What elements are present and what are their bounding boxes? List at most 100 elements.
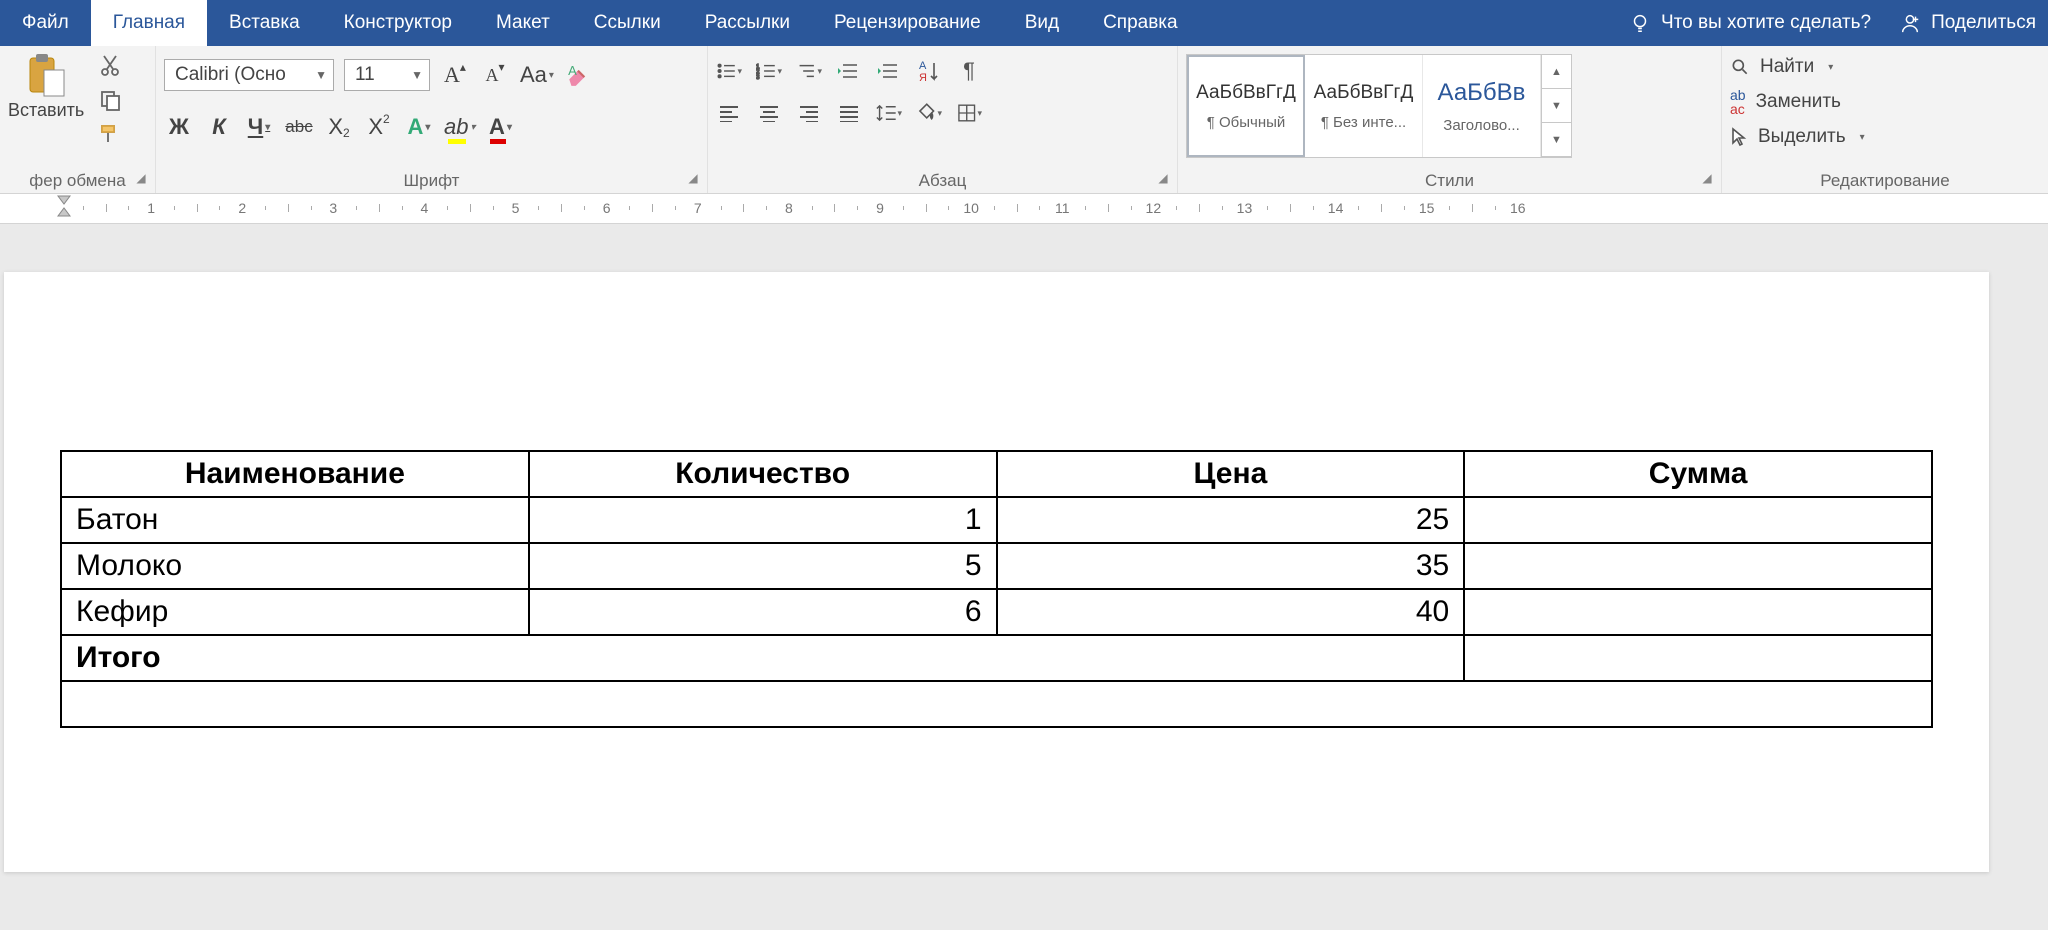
styles-up-button[interactable]: ▲ — [1542, 55, 1571, 89]
show-marks-button[interactable]: ¶ — [956, 58, 982, 84]
table-header-cell[interactable]: Сумма — [1464, 451, 1932, 497]
copy-icon[interactable] — [98, 88, 122, 112]
table-row[interactable]: Молоко535 — [61, 543, 1932, 589]
cell-empty[interactable] — [61, 681, 1932, 727]
cell-price[interactable]: 35 — [997, 543, 1465, 589]
tab-insert[interactable]: Вставка — [207, 0, 322, 46]
clear-formatting-button[interactable]: A — [564, 60, 594, 90]
styles-more-button[interactable]: ▼ — [1542, 123, 1571, 157]
cell-qty[interactable]: 6 — [529, 589, 997, 635]
table-header-cell[interactable]: Наименование — [61, 451, 529, 497]
cell-qty[interactable]: 5 — [529, 543, 997, 589]
cell-name[interactable]: Батон — [61, 497, 529, 543]
paragraph-launcher[interactable]: ◢ — [1155, 171, 1171, 187]
italic-button[interactable]: К — [204, 112, 234, 142]
find-button[interactable]: Найти ▾ — [1730, 56, 1865, 78]
ruler-number: 14 — [1328, 200, 1344, 216]
numbering-button[interactable]: 123▾ — [756, 58, 782, 84]
align-left-button[interactable] — [716, 100, 742, 126]
borders-button[interactable]: ▾ — [956, 100, 982, 126]
style-preview: АаБбВвГгД — [1196, 82, 1296, 104]
cell-sum[interactable] — [1464, 543, 1932, 589]
page[interactable]: Наименование Количество Цена Сумма Батон… — [4, 272, 1989, 872]
ruler-number: 15 — [1419, 200, 1435, 216]
bullets-button[interactable]: ▾ — [716, 58, 742, 84]
group-paragraph-label: Абзац ◢ — [716, 165, 1169, 191]
highlight-button[interactable]: ab▾ — [444, 112, 476, 142]
indent-marker-icon[interactable] — [56, 192, 72, 220]
ruler-number: 13 — [1237, 200, 1253, 216]
tab-help[interactable]: Справка — [1081, 0, 1200, 46]
style-no-spacing[interactable]: АаБбВвГгД ¶ Без инте... — [1305, 55, 1423, 157]
justify-button[interactable] — [836, 100, 862, 126]
cell-total-label[interactable]: Итого — [61, 635, 1464, 681]
bold-button[interactable]: Ж — [164, 112, 194, 142]
clipboard-launcher[interactable]: ◢ — [133, 171, 149, 187]
change-case-button[interactable]: Aa▾ — [520, 60, 554, 90]
styles-launcher[interactable]: ◢ — [1699, 171, 1715, 187]
clipboard-paste-icon[interactable] — [24, 52, 68, 100]
tab-layout[interactable]: Макет — [474, 0, 572, 46]
sort-button[interactable]: АЯ — [916, 58, 942, 84]
ruler-number: 7 — [694, 200, 702, 216]
table-header-cell[interactable]: Количество — [529, 451, 997, 497]
share-icon — [1899, 12, 1921, 34]
table-row[interactable] — [61, 681, 1932, 727]
align-center-button[interactable] — [756, 100, 782, 126]
ruler-number: 12 — [1146, 200, 1162, 216]
horizontal-ruler[interactable]: 12345678910111213141516 — [0, 194, 2048, 224]
cell-sum[interactable] — [1464, 589, 1932, 635]
subscript-button[interactable]: X2 — [324, 112, 354, 142]
multilevel-button[interactable]: ▾ — [796, 58, 822, 84]
table-row[interactable]: Батон125 — [61, 497, 1932, 543]
table-header-cell[interactable]: Цена — [997, 451, 1465, 497]
styles-down-button[interactable]: ▼ — [1542, 89, 1571, 123]
tab-review[interactable]: Рецензирование — [812, 0, 1003, 46]
cell-total-sum[interactable] — [1464, 635, 1932, 681]
select-button[interactable]: Выделить ▾ — [1730, 126, 1865, 148]
underline-button[interactable]: Ч▾ — [244, 112, 274, 142]
decrease-indent-button[interactable] — [836, 58, 862, 84]
lightbulb-icon — [1629, 12, 1651, 34]
tab-home[interactable]: Главная — [91, 0, 207, 46]
format-painter-icon[interactable] — [98, 122, 122, 146]
font-name-combo[interactable]: Calibri (Осно ▼ — [164, 59, 334, 91]
tab-view[interactable]: Вид — [1003, 0, 1081, 46]
table-header-row[interactable]: Наименование Количество Цена Сумма — [61, 451, 1932, 497]
strikethrough-button[interactable]: abc — [284, 112, 314, 142]
shrink-font-button[interactable]: A▾ — [480, 60, 510, 90]
font-size-combo[interactable]: 11 ▼ — [344, 59, 430, 91]
superscript-button[interactable]: X2 — [364, 112, 394, 142]
table-row[interactable]: Кефир640 — [61, 589, 1932, 635]
cell-qty[interactable]: 1 — [529, 497, 997, 543]
font-launcher[interactable]: ◢ — [685, 171, 701, 187]
tellme-search[interactable]: Что вы хотите сделать? — [1629, 12, 1871, 34]
share-button[interactable]: Поделиться — [1899, 12, 2036, 34]
align-right-button[interactable] — [796, 100, 822, 126]
tab-references[interactable]: Ссылки — [572, 0, 683, 46]
shading-button[interactable]: ▾ — [916, 100, 942, 126]
tab-design[interactable]: Конструктор — [322, 0, 474, 46]
style-normal[interactable]: АаБбВвГгД ¶ Обычный — [1187, 55, 1305, 157]
tab-file[interactable]: Файл — [0, 0, 91, 46]
tab-mailings[interactable]: Рассылки — [683, 0, 812, 46]
style-heading1[interactable]: АаБбВв Заголово... — [1423, 55, 1541, 157]
cell-price[interactable]: 40 — [997, 589, 1465, 635]
cell-name[interactable]: Кефир — [61, 589, 529, 635]
font-color-button[interactable]: A▾ — [486, 112, 516, 142]
cut-icon[interactable] — [98, 54, 122, 78]
ruler-number: 11 — [1055, 200, 1070, 216]
document-table[interactable]: Наименование Количество Цена Сумма Батон… — [60, 450, 1933, 728]
cell-price[interactable]: 25 — [997, 497, 1465, 543]
cell-sum[interactable] — [1464, 497, 1932, 543]
search-icon — [1730, 57, 1750, 77]
table-total-row[interactable]: Итого — [61, 635, 1932, 681]
paste-label[interactable]: Вставить — [8, 100, 84, 121]
increase-indent-button[interactable] — [876, 58, 902, 84]
grow-font-button[interactable]: A▴ — [440, 60, 470, 90]
cell-name[interactable]: Молоко — [61, 543, 529, 589]
line-spacing-button[interactable]: ▾ — [876, 100, 902, 126]
replace-button[interactable]: abac Заменить — [1730, 88, 1865, 116]
text-effects-button[interactable]: A▾ — [404, 112, 434, 142]
style-caption: Заголово... — [1443, 117, 1519, 134]
